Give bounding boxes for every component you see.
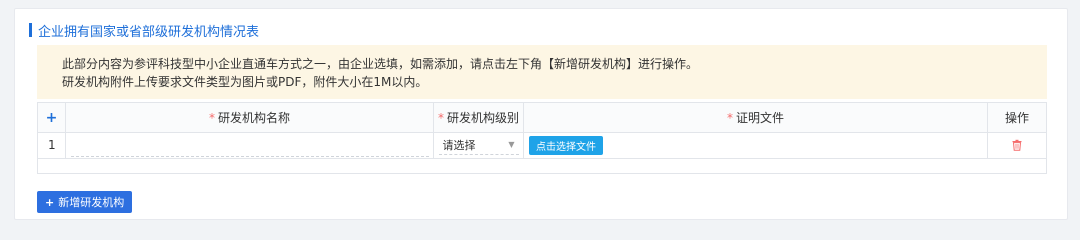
table-header-row: + * 研发机构名称 * 研发机构级别 * 证明文件 操作 — [38, 103, 1046, 133]
title-accent-bar — [29, 23, 32, 37]
required-mark: * — [726, 110, 733, 125]
header-file-label: 证明文件 — [735, 111, 784, 125]
header-action-label: 操作 — [1004, 111, 1029, 125]
header-action: 操作 — [988, 103, 1046, 132]
header-name: * 研发机构名称 — [66, 103, 434, 132]
notice-line-1: 此部分内容为参评科技型中小企业直通车方式之一，由企业选填，如需添加，请点击左下角… — [62, 57, 699, 71]
add-row-icon[interactable]: + — [46, 110, 58, 126]
add-button-label: 新增研发机构 — [58, 196, 125, 209]
header-add-cell[interactable]: + — [38, 103, 66, 132]
header-level: * 研发机构级别 — [434, 103, 524, 132]
notice-box: 此部分内容为参评科技型中小企业直通车方式之一，由企业选填，如需添加，请点击左下角… — [37, 45, 1047, 99]
file-cell: 点击选择文件 — [524, 132, 988, 158]
header-name-label: 研发机构名称 — [217, 111, 290, 125]
table-row: 1 请选择 ▼ 点击选择文件 — [38, 132, 1046, 159]
section-title: 企业拥有国家或省部级研发机构情况表 — [29, 22, 260, 40]
institution-level-select[interactable]: 请选择 ▼ — [438, 135, 519, 155]
trash-icon[interactable] — [1011, 139, 1023, 151]
level-select-value: 请选择 — [442, 138, 476, 152]
plus-icon: + — [45, 195, 55, 209]
rd-institution-card: 企业拥有国家或省部级研发机构情况表 此部分内容为参评科技型中小企业直通车方式之一… — [14, 8, 1068, 220]
section-title-text: 企业拥有国家或省部级研发机构情况表 — [38, 24, 260, 40]
institution-name-input[interactable] — [70, 133, 429, 157]
action-cell — [988, 132, 1046, 158]
row-index: 1 — [38, 132, 66, 158]
name-cell — [66, 132, 434, 158]
level-cell: 请选择 ▼ — [434, 132, 524, 158]
notice-line-2: 研发机构附件上传要求文件类型为图片或PDF，附件大小在1M以内。 — [62, 75, 428, 89]
rd-institution-table: + * 研发机构名称 * 研发机构级别 * 证明文件 操作 1 请选择 ▼ 点击… — [37, 102, 1047, 174]
add-rd-institution-button[interactable]: + 新增研发机构 — [37, 191, 133, 213]
caret-down-icon: ▼ — [508, 140, 515, 149]
choose-file-button[interactable]: 点击选择文件 — [529, 135, 603, 155]
required-mark: * — [208, 110, 215, 125]
required-mark: * — [437, 110, 444, 125]
header-level-label: 研发机构级别 — [446, 111, 519, 125]
header-file: * 证明文件 — [524, 103, 988, 132]
